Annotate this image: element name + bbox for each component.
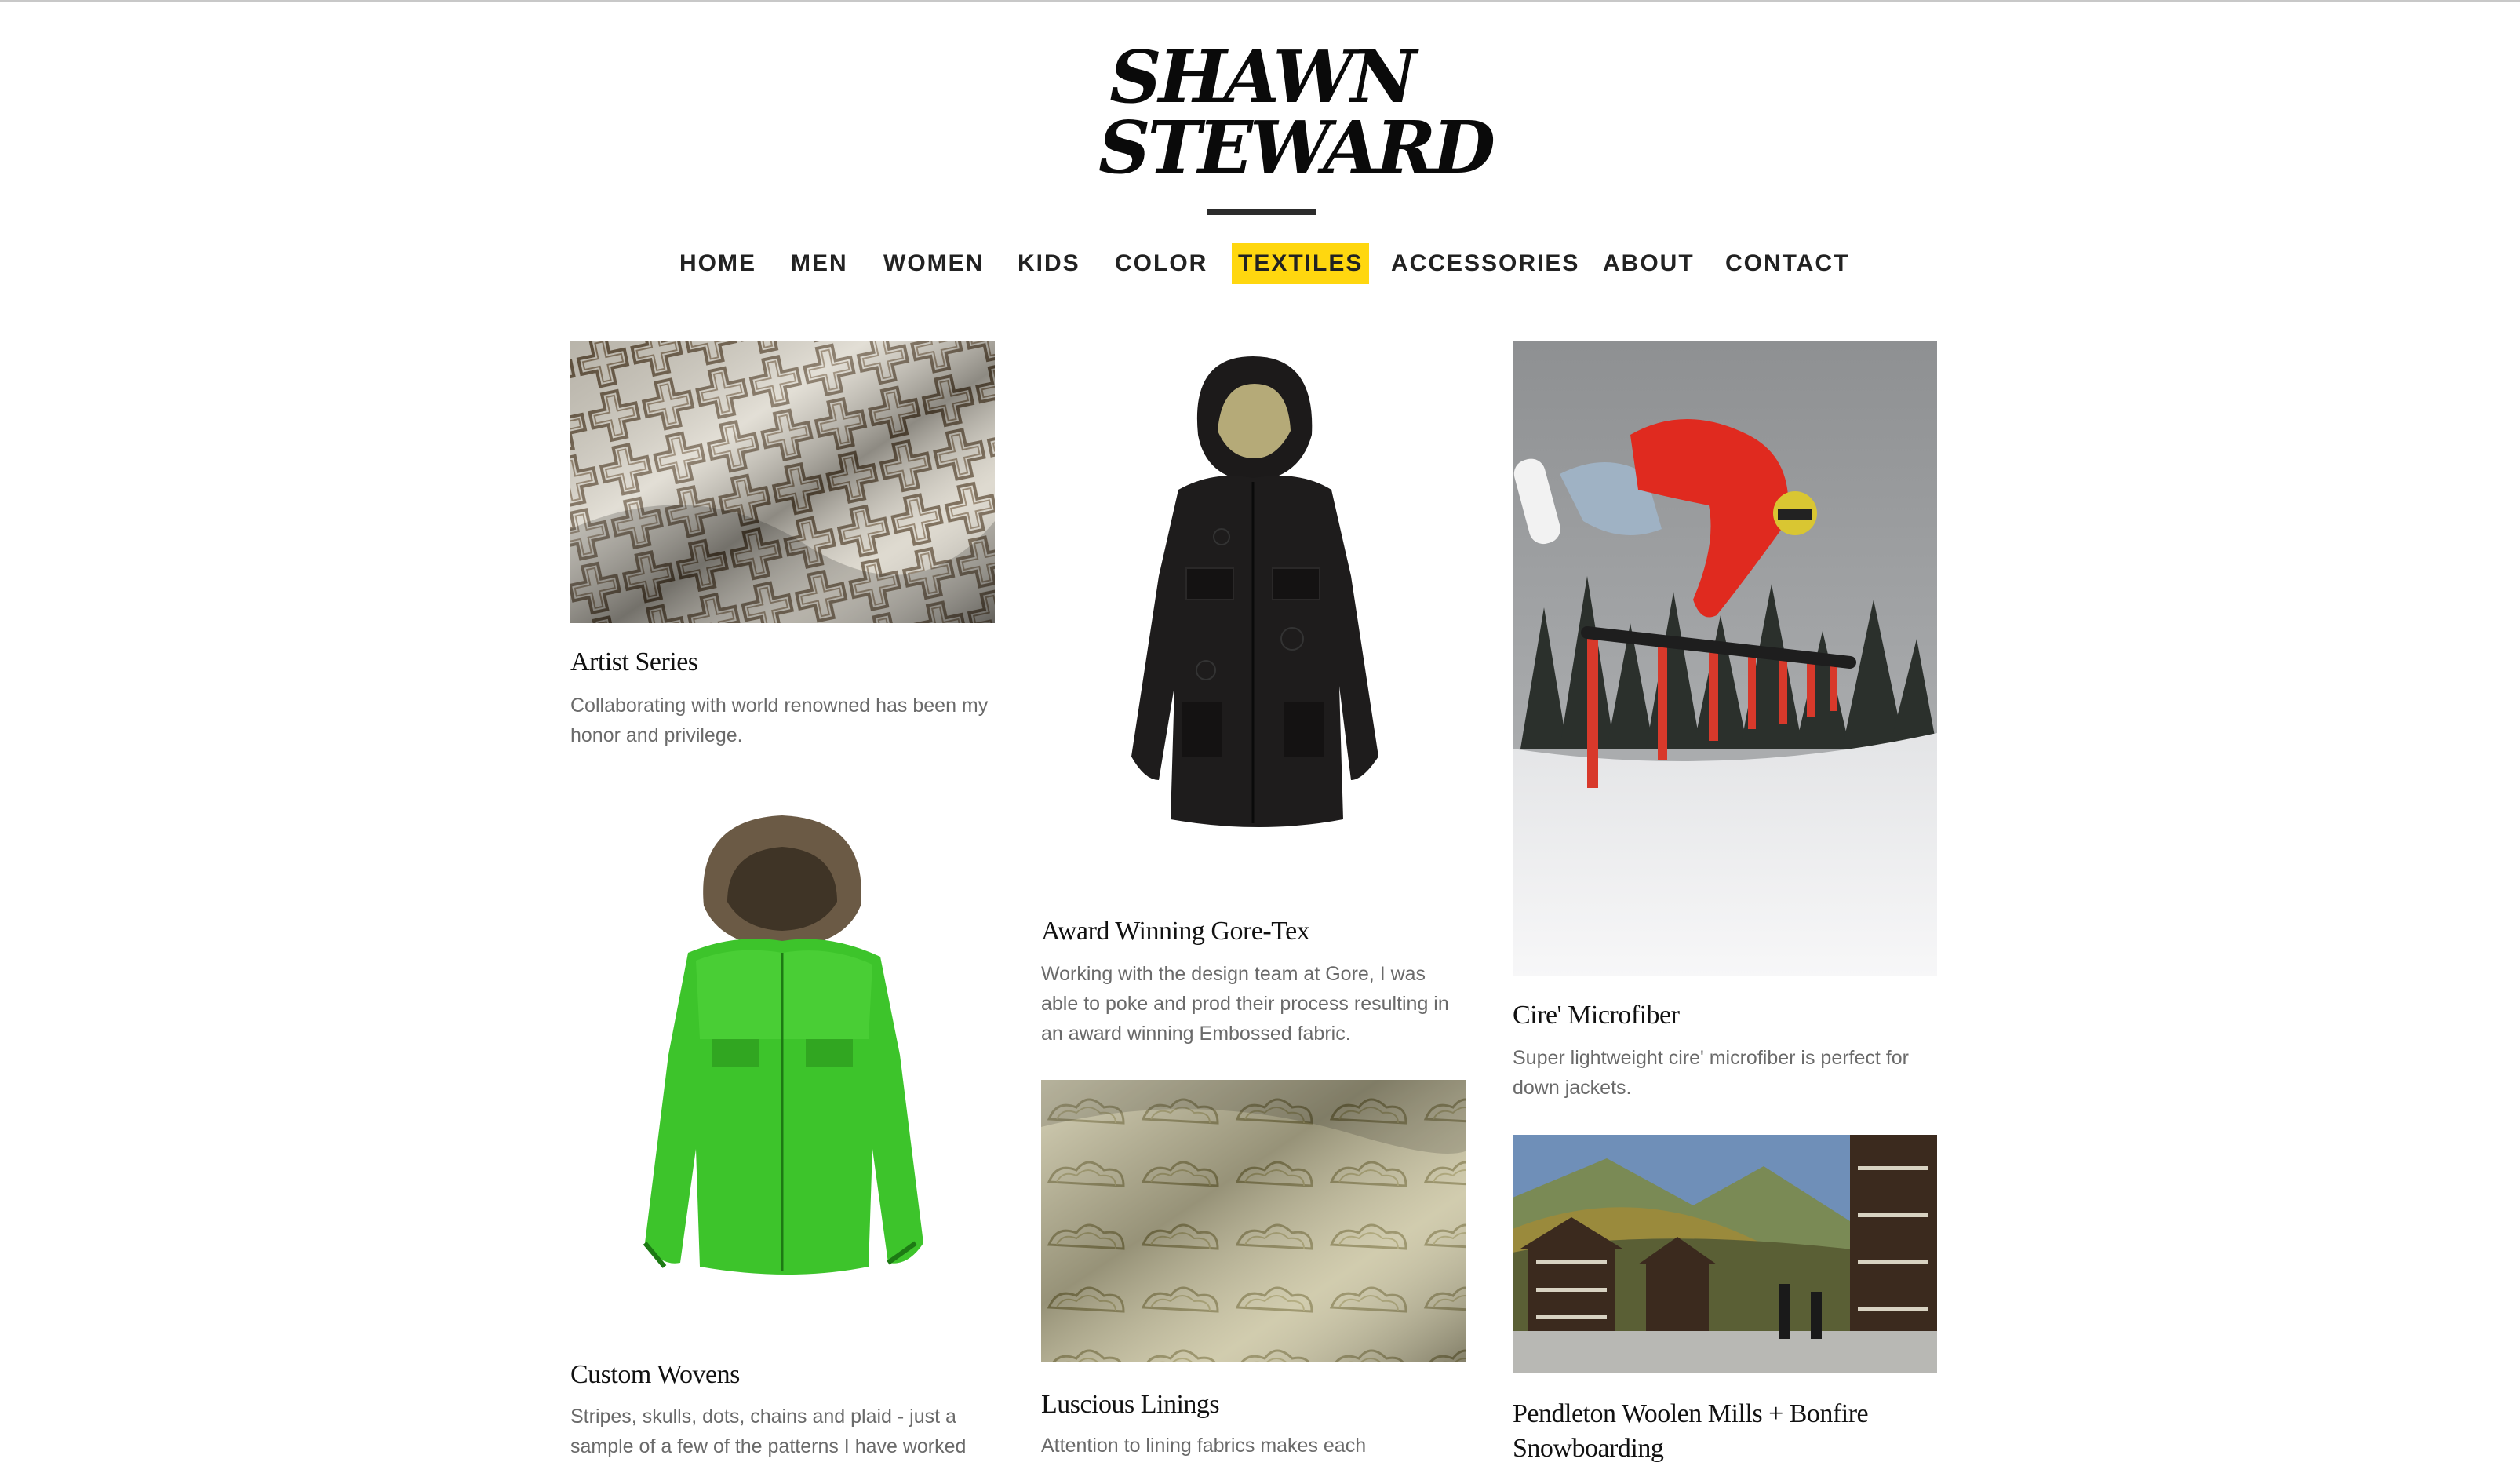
green-jacket-photo[interactable] [570, 804, 995, 1345]
top-border [0, 0, 2520, 2]
nav-contact[interactable]: CONTACT [1725, 243, 1849, 284]
card-title-custom-wovens[interactable]: Custom Wovens [570, 1358, 740, 1392]
nav-textiles[interactable]: TEXTILES [1232, 243, 1370, 284]
lining-fabric-photo[interactable] [1041, 1080, 1466, 1362]
card-title-artist-series[interactable]: Artist Series [570, 645, 698, 680]
nav-women[interactable]: WOMEN [883, 243, 984, 284]
textile-fabric-photo[interactable] [570, 341, 995, 623]
nav-home[interactable]: HOME [679, 243, 756, 284]
card-desc-cire-microfiber: Super lightweight cire' microfiber is pe… [1513, 1047, 1909, 1099]
card-title-gore-tex[interactable]: Award Winning Gore-Tex [1041, 914, 1310, 949]
black-jacket-photo[interactable] [1041, 341, 1466, 882]
nav-kids[interactable]: KIDS [1018, 243, 1080, 284]
card-title-luscious-linings[interactable]: Luscious Linings [1041, 1388, 1220, 1422]
card-desc-gore-tex: Working with the design team at Gore, I … [1041, 963, 1449, 1045]
card-desc-custom-wovens: Stripes, skulls, dots, chains and plaid … [570, 1406, 967, 1457]
nav-color[interactable]: COLOR [1115, 243, 1207, 284]
logo-line-1: SHAWN [1109, 35, 1417, 119]
card-title-cire-microfiber[interactable]: Cire' Microfiber [1513, 998, 1680, 1033]
logo-line-2: STEWARD [1098, 105, 1495, 190]
site-logo[interactable]: SHAWN STEWARD [1098, 35, 1495, 190]
logo-divider [1207, 209, 1316, 215]
snowboarder-rail-photo[interactable] [1513, 341, 1937, 976]
nav-about[interactable]: ABOUT [1603, 243, 1695, 284]
card-title-pendleton[interactable]: Pendleton Woolen Mills + Bonfire Snowboa… [1513, 1397, 1937, 1466]
card-desc-luscious-linings: Attention to lining fabrics makes each [1041, 1435, 1367, 1457]
nav-men[interactable]: MEN [791, 243, 848, 284]
main-nav: HOME MEN WOMEN KIDS COLOR TEXTILES ACCES… [0, 243, 2520, 284]
mountain-village-photo[interactable] [1513, 1135, 1937, 1373]
nav-accessories[interactable]: ACCESSORIES [1391, 243, 1579, 284]
card-desc-artist-series: Collaborating with world renowned has be… [570, 695, 989, 746]
